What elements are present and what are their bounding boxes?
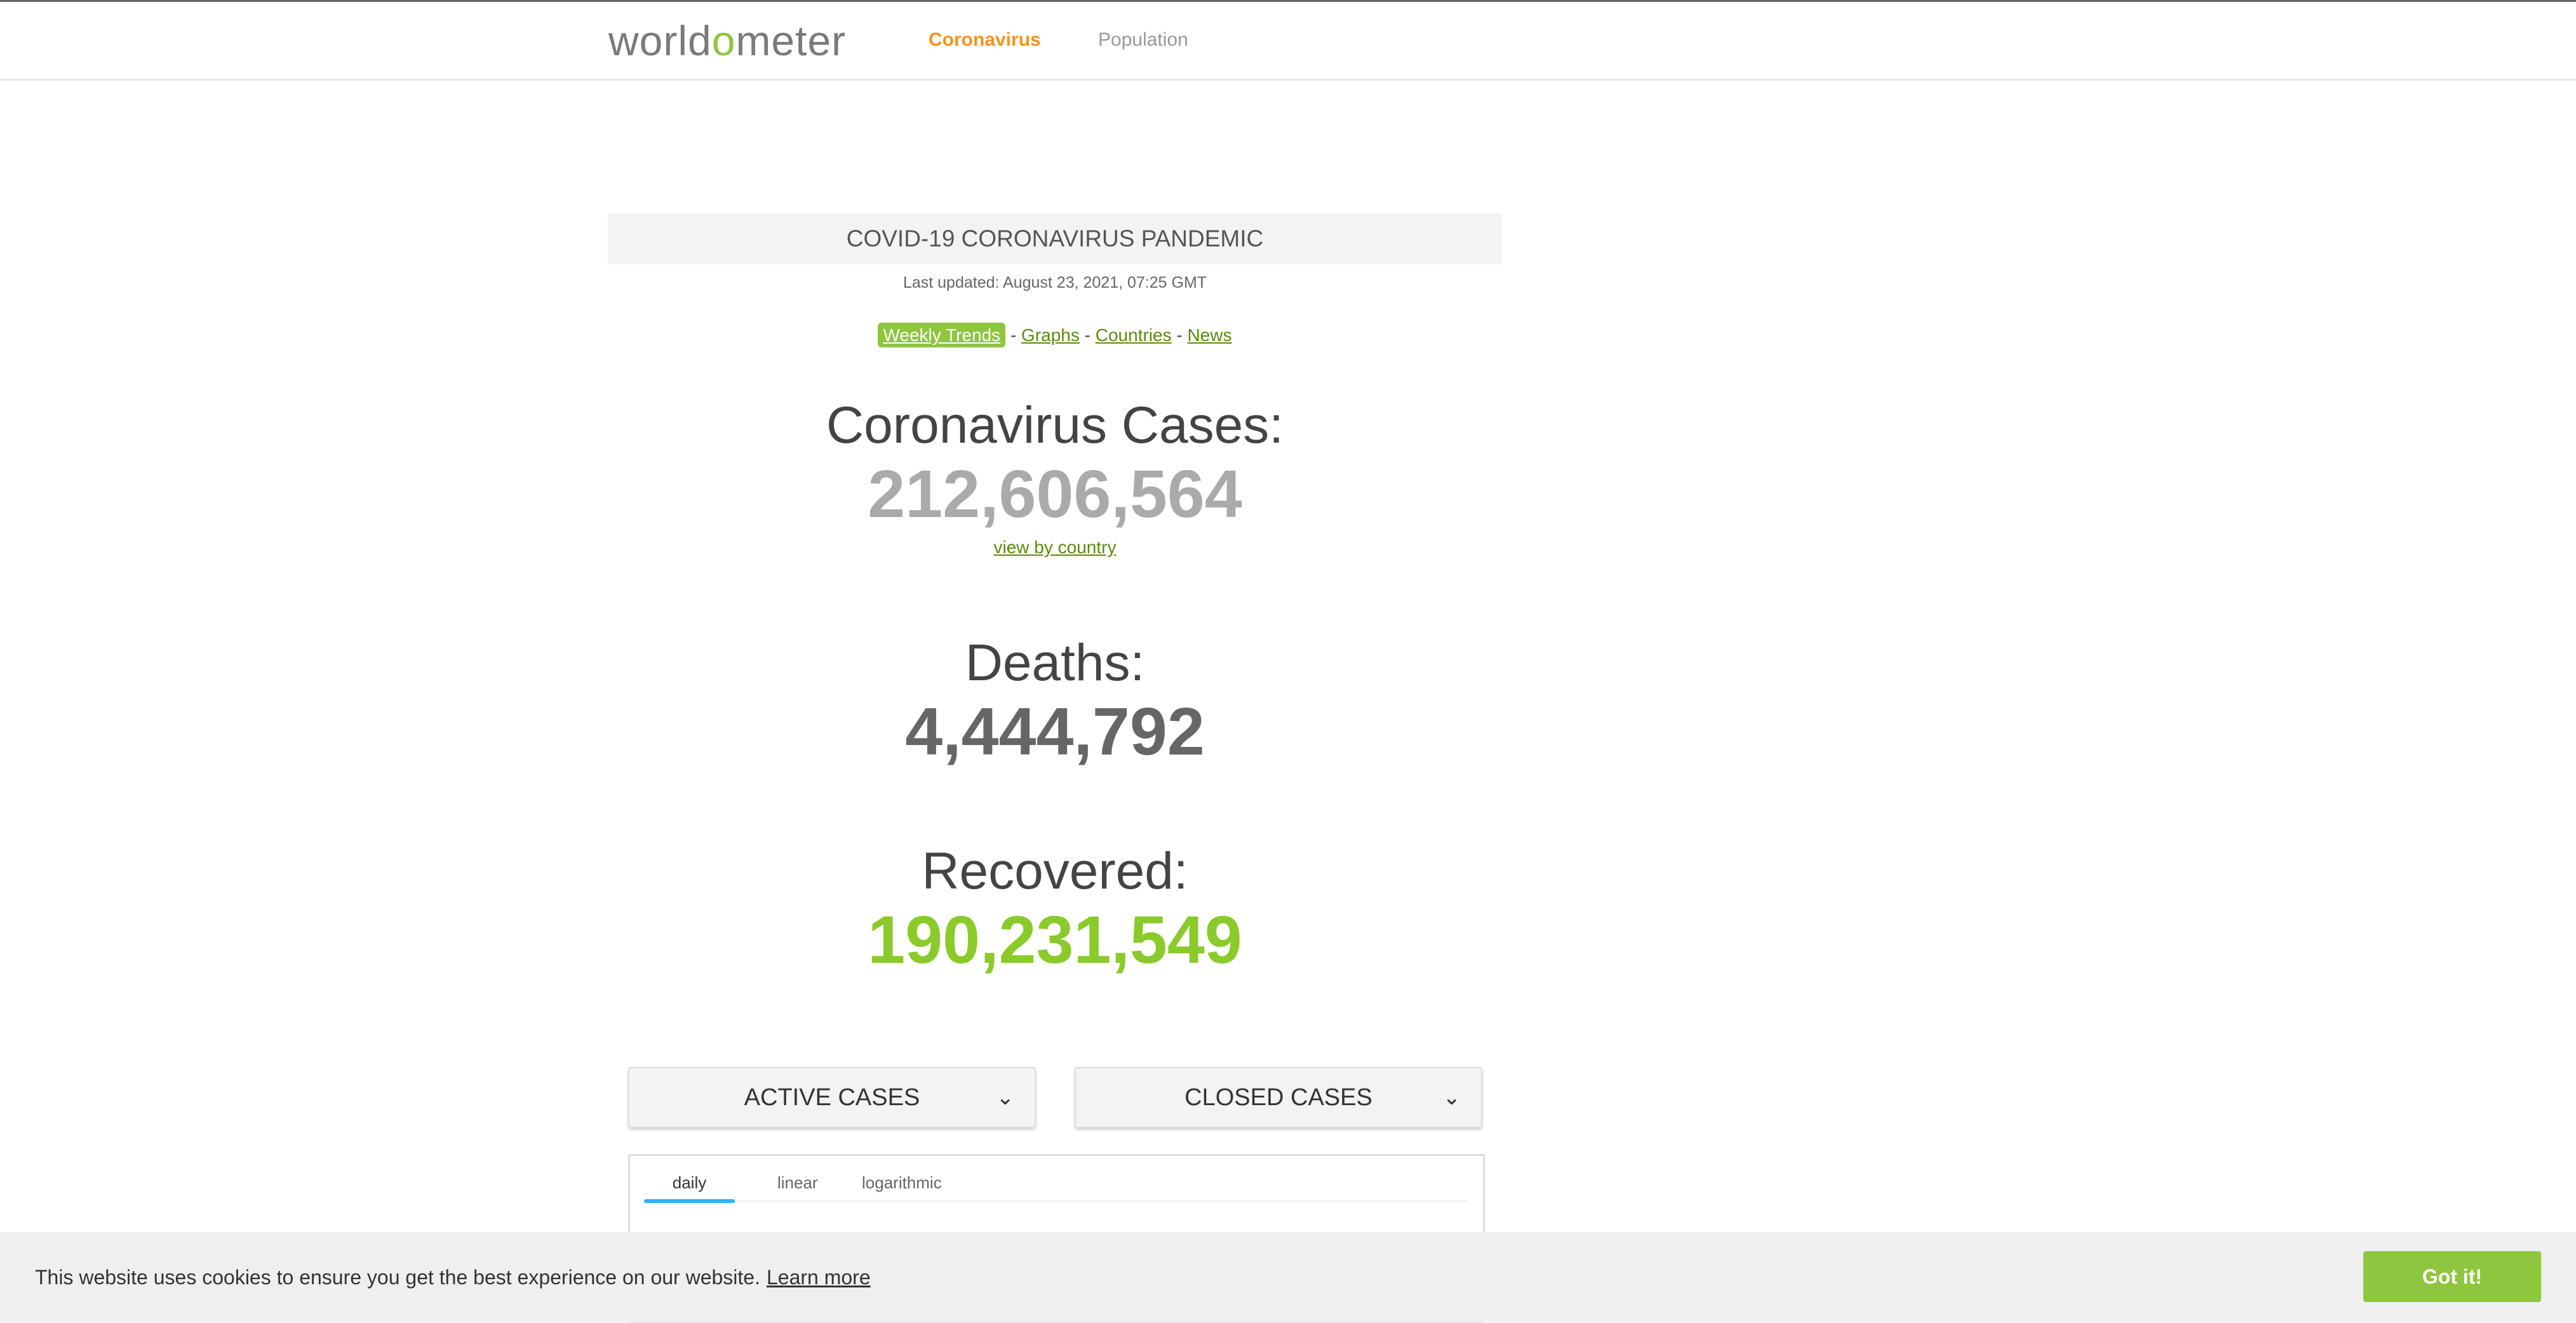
quick-links: Weekly Trends - Graphs - Countries - New…	[608, 321, 1502, 350]
cookie-message: This website uses cookies to ensure you …	[35, 1264, 871, 1291]
recovered-section: Recovered: 190,231,549	[608, 841, 1502, 978]
page-title: COVID-19 CORONAVIRUS PANDEMIC	[608, 213, 1502, 264]
worldometer-logo[interactable]: worldometer	[608, 18, 846, 63]
link-separator: -	[1176, 325, 1183, 345]
cases-count: 212,606,564	[868, 457, 1242, 532]
chart-tabs: daily linear logarithmic	[644, 1170, 1467, 1203]
cookie-banner: This website uses cookies to ensure you …	[0, 1232, 2576, 1322]
chevron-down-icon: ⌄	[996, 1085, 1015, 1110]
nav-link-population[interactable]: Population	[1098, 27, 1188, 53]
chevron-down-icon: ⌄	[1442, 1085, 1461, 1110]
active-cases-button[interactable]: ACTIVE CASES ⌄	[628, 1067, 1036, 1128]
link-separator: -	[1010, 325, 1017, 345]
closed-cases-label: CLOSED CASES	[1184, 1084, 1372, 1111]
nav-link-coronavirus[interactable]: Coronavirus	[929, 27, 1041, 53]
closed-cases-button[interactable]: CLOSED CASES ⌄	[1075, 1067, 1482, 1128]
cookie-message-text: This website uses cookies to ensure you …	[35, 1266, 760, 1289]
accept-cookies-button[interactable]: Got it!	[2363, 1251, 2541, 1302]
tab-logarithmic[interactable]: logarithmic	[862, 1170, 942, 1200]
weekly-trends-link[interactable]: Weekly Trends	[878, 323, 1006, 347]
learn-more-link[interactable]: Learn more	[767, 1266, 871, 1289]
deaths-section: Deaths: 4,444,792	[608, 633, 1502, 770]
countries-link[interactable]: Countries	[1096, 325, 1172, 345]
recovered-label: Recovered:	[922, 842, 1188, 900]
deaths-label: Deaths:	[965, 634, 1145, 692]
tab-linear[interactable]: linear	[777, 1170, 818, 1200]
tab-daily[interactable]: daily	[644, 1170, 735, 1203]
top-navbar: worldometer Coronavirus Population	[0, 2, 2576, 81]
logo-text-pre: world	[608, 17, 712, 64]
link-separator: -	[1084, 325, 1090, 345]
active-cases-label: ACTIVE CASES	[744, 1084, 920, 1111]
last-updated: Last updated: August 23, 2021, 07:25 GMT	[902, 274, 1207, 292]
view-by-country-link[interactable]: view by country	[994, 537, 1117, 557]
logo-text-post: meter	[735, 17, 847, 64]
logo-text-o: o	[711, 17, 736, 64]
deaths-count: 4,444,792	[905, 694, 1205, 769]
news-link[interactable]: News	[1188, 325, 1232, 345]
recovered-count: 190,231,549	[868, 903, 1242, 977]
cases-section: Coronavirus Cases: 212,606,564 view by c…	[608, 395, 1502, 558]
graphs-link[interactable]: Graphs	[1021, 325, 1080, 345]
cases-label: Coronavirus Cases:	[826, 396, 1284, 454]
